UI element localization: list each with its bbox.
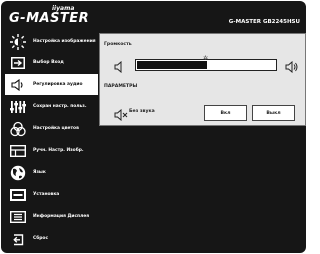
reset-icon — [8, 231, 28, 247]
mute-label: Без звука — [129, 109, 155, 114]
maker-logo: iiyama — [52, 5, 75, 12]
sidebar-item-label: Ручн. Настр. Изобр. — [33, 148, 84, 153]
equalizer-icon — [8, 99, 28, 115]
sidebar-item-label: Язык — [33, 170, 46, 175]
volume-slider-thumb-icon[interactable]: ✲ — [203, 55, 208, 62]
audio-panel: Громкость ✲ ПАРАМЕТРЫ Без звука Вкл Выкл — [99, 33, 306, 126]
sidebar-item-label: Регулировка аудио — [33, 82, 83, 87]
sidebar-item-color[interactable]: Настройка цветов — [5, 118, 98, 139]
volume-down-icon[interactable] — [114, 58, 126, 77]
volume-label: Громкость — [104, 42, 132, 47]
setup-icon — [8, 187, 28, 203]
sidebar-item-display-info[interactable]: Информация Дисплея — [5, 206, 98, 227]
sidebar-item-setup[interactable]: Установка — [5, 184, 98, 205]
sidebar-item-label: Настройка цветов — [33, 126, 79, 131]
volume-slider[interactable]: ✲ — [135, 55, 277, 71]
sidebar-item-picture[interactable]: Настройка изображения — [5, 31, 98, 52]
brightness-icon — [8, 33, 28, 50]
sidebar-item-reset[interactable]: Сброс — [5, 228, 98, 249]
input-icon — [8, 55, 28, 71]
sidebar-item-label: Выбор Вход — [33, 60, 64, 65]
model-name: G-MASTER GB2245HSU — [228, 19, 300, 25]
sidebar-item-user-settings[interactable]: Сохран настр. польз. — [5, 96, 98, 117]
mute-on-button[interactable]: Вкл — [204, 105, 247, 121]
volume-up-icon[interactable] — [285, 58, 299, 77]
sidebar-item-audio[interactable]: Регулировка аудио — [5, 74, 98, 95]
mute-off-button[interactable]: Выкл — [252, 105, 295, 121]
sidebar-item-input[interactable]: Выбор Вход — [5, 52, 98, 73]
sidebar-item-language[interactable]: Язык — [5, 162, 98, 183]
sidebar-item-manual-picture[interactable]: Ручн. Настр. Изобр. — [5, 140, 98, 161]
sidebar-item-label: Установка — [33, 192, 60, 197]
globe-icon — [8, 165, 28, 181]
speaker-icon — [8, 77, 28, 93]
picture-adjust-icon — [8, 143, 28, 159]
sidebar-item-label: Сохран настр. польз. — [33, 104, 87, 109]
mute-icon — [114, 106, 128, 125]
info-icon — [8, 209, 28, 225]
parameters-label: ПАРАМЕТРЫ — [104, 84, 138, 89]
volume-slider-fill — [137, 61, 207, 69]
sidebar-item-label: Настройка изображения — [33, 39, 96, 44]
brand-logo: G-MASTER — [9, 11, 90, 26]
sidebar-item-label: Информация Дисплея — [33, 214, 90, 219]
sidebar-item-label: Сброс — [33, 236, 49, 241]
color-circles-icon — [8, 121, 28, 137]
osd-window: G-MASTER iiyama G-MASTER GB2245HSU Настр… — [1, 1, 306, 253]
